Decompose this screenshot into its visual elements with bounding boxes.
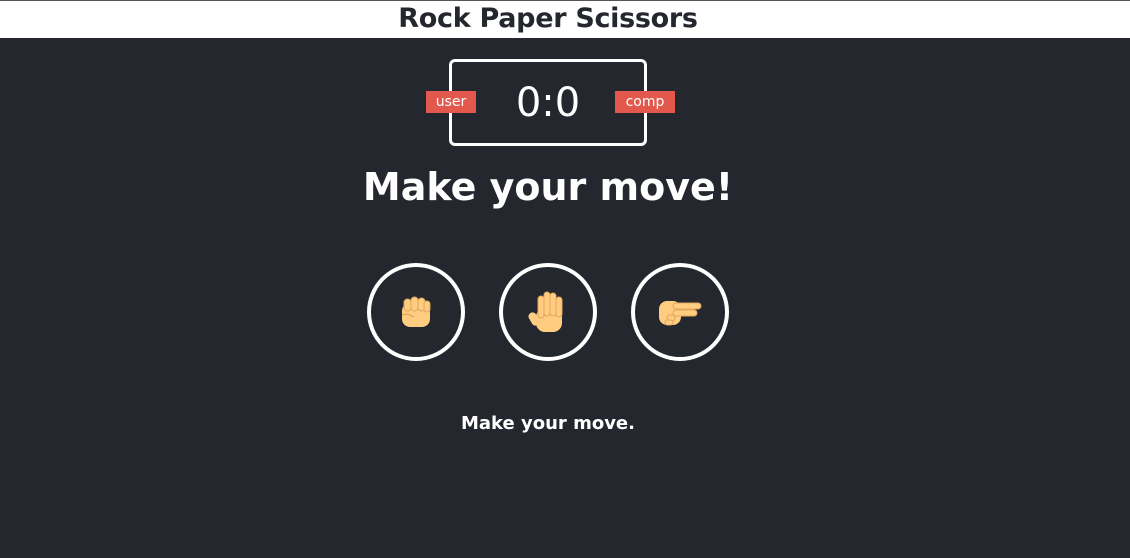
scissors-button[interactable]	[631, 263, 729, 361]
victory-hand-icon	[659, 301, 702, 326]
page-title: Rock Paper Scissors	[398, 3, 698, 34]
header-bar: Rock Paper Scissors	[0, 0, 1130, 38]
user-badge: user	[426, 91, 476, 113]
action-message: Make your move.	[461, 413, 635, 434]
rock-button[interactable]	[367, 263, 465, 361]
result-message: Make your move!	[362, 165, 734, 209]
comp-badge: comp	[615, 91, 675, 113]
raised-hand-icon	[528, 291, 563, 332]
paper-button[interactable]	[499, 263, 597, 361]
fist-icon	[401, 296, 431, 327]
